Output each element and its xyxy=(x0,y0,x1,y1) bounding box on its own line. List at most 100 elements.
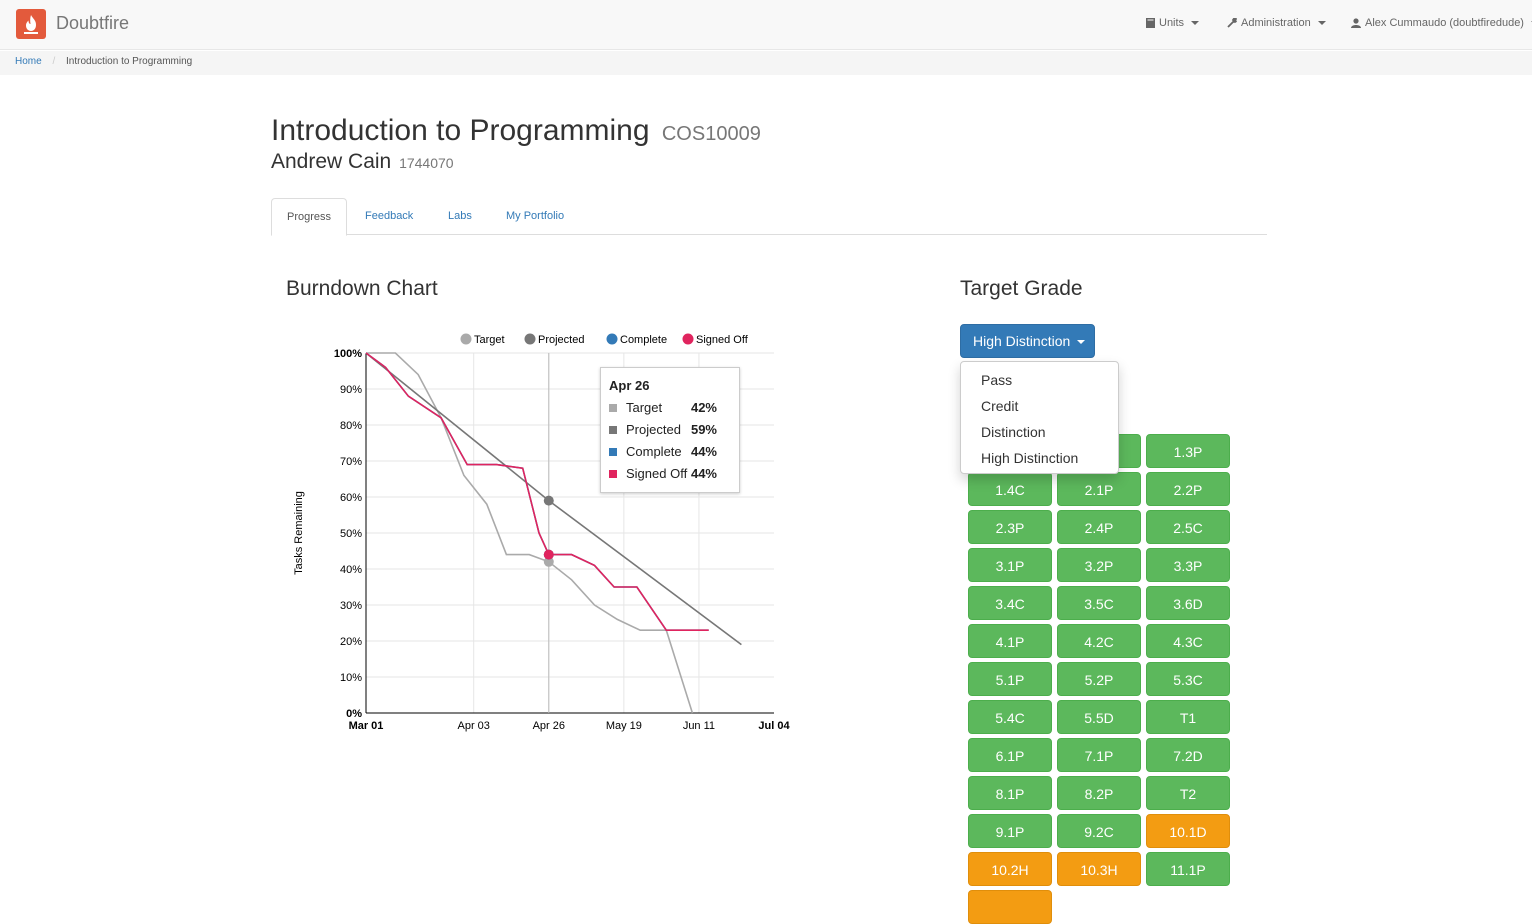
legend-label: Signed Off xyxy=(696,334,749,346)
grade-option-credit[interactable]: Credit xyxy=(961,394,1118,418)
y-tick-label: 30% xyxy=(340,600,362,612)
task-badge[interactable]: 6.1P xyxy=(968,738,1052,772)
task-badge[interactable]: 5.2P xyxy=(1057,662,1141,696)
y-tick-label: 50% xyxy=(340,528,362,540)
tooltip-series-value: 42% xyxy=(690,400,717,415)
task-badge[interactable]: 3.1P xyxy=(968,548,1052,582)
task-badge[interactable]: 5.5D xyxy=(1057,700,1141,734)
task-badge[interactable]: 2.2P xyxy=(1146,472,1230,506)
units-menu[interactable]: Units xyxy=(1146,17,1200,29)
user-menu-label: Alex Cummaudo (doubtfiredude) xyxy=(1365,17,1524,29)
task-badge[interactable]: 8.2P xyxy=(1057,776,1141,810)
task-badge[interactable]: 3.5C xyxy=(1057,586,1141,620)
task-badge[interactable]: 11.1P xyxy=(1146,852,1230,886)
task-badge[interactable]: 5.1P xyxy=(968,662,1052,696)
task-badge[interactable]: 7.2D xyxy=(1146,738,1230,772)
chevron-down-icon xyxy=(1077,340,1086,345)
task-badge[interactable]: 2.3P xyxy=(968,510,1052,544)
tooltip-row-projected: Projected 59% xyxy=(609,422,733,440)
task-badge[interactable]: 4.3C xyxy=(1146,624,1230,658)
task-badge[interactable]: 1.4C xyxy=(968,472,1052,506)
task-badge[interactable]: 7.1P xyxy=(1057,738,1141,772)
burndown-title: Burndown Chart xyxy=(286,277,438,300)
task-badge[interactable]: 3.4C xyxy=(968,586,1052,620)
task-badge[interactable]: 4.2C xyxy=(1057,624,1141,658)
grade-option-pass[interactable]: Pass xyxy=(961,368,1118,392)
legend-swatch xyxy=(682,333,694,345)
task-badge[interactable]: 4.1P xyxy=(968,624,1052,658)
tooltip-series-value: 59% xyxy=(690,422,717,437)
task-badge[interactable]: 2.1P xyxy=(1057,472,1141,506)
task-badge[interactable]: T2 xyxy=(1146,776,1230,810)
task-badge[interactable]: 2.5C xyxy=(1146,510,1230,544)
tooltip-row-signed-off: Signed Off 44% xyxy=(609,466,733,484)
page-title: Introduction to Programming COS10009 xyxy=(271,114,761,148)
y-tick-label: 70% xyxy=(340,456,362,468)
book-icon xyxy=(1146,18,1155,28)
task-badge[interactable]: 10.3H xyxy=(1057,852,1141,886)
legend-label: Projected xyxy=(538,334,584,346)
administration-menu-label: Administration xyxy=(1241,17,1311,29)
tooltip-series-value: 44% xyxy=(690,444,717,459)
task-badge[interactable]: 5.3C xyxy=(1146,662,1230,696)
legend-label: Complete xyxy=(620,334,667,346)
task-badge[interactable]: 9.2C xyxy=(1057,814,1141,848)
breadcrumb: Home / Introduction to Programming xyxy=(0,51,1532,75)
target-grade-selected: High Distinction xyxy=(973,333,1071,349)
target-grade-title: Target Grade xyxy=(960,277,1083,300)
task-badge[interactable]: 2.4P xyxy=(1057,510,1141,544)
y-tick-label: 100% xyxy=(334,348,362,360)
complete-swatch xyxy=(609,448,617,456)
breadcrumb-home-link[interactable]: Home xyxy=(15,56,42,67)
y-tick-label: 90% xyxy=(340,384,362,396)
task-badge[interactable]: 10.2H xyxy=(968,852,1052,886)
task-badge[interactable]: 1.3P xyxy=(1146,434,1230,468)
tab-labs[interactable]: Labs xyxy=(433,198,487,235)
y-tick-label: 20% xyxy=(340,636,362,648)
grade-option-high-distinction[interactable]: High Distinction xyxy=(961,446,1118,470)
projected-swatch xyxy=(609,426,617,434)
x-tick-label: Jul 04 xyxy=(758,720,790,732)
legend-swatch xyxy=(524,333,536,345)
task-badge[interactable]: 9.1P xyxy=(968,814,1052,848)
task-badge[interactable]: 5.4C xyxy=(968,700,1052,734)
administration-menu[interactable]: Administration xyxy=(1227,17,1326,29)
tooltip-row-target: Target 42% xyxy=(609,400,733,418)
tab-my-portfolio[interactable]: My Portfolio xyxy=(491,198,579,235)
task-badge[interactable]: 10.1D xyxy=(1146,814,1230,848)
x-tick-label: Apr 26 xyxy=(533,720,565,732)
task-badge[interactable]: 3.6D xyxy=(1146,586,1230,620)
breadcrumb-current: Introduction to Programming xyxy=(66,56,193,67)
student-name: Andrew Cain xyxy=(271,150,392,173)
unit-code: COS10009 xyxy=(661,123,761,145)
tooltip-series-name: Signed Off xyxy=(626,466,688,481)
chart-tooltip: Apr 26 Target 42% Projected 59% Complete… xyxy=(600,367,740,493)
x-tick-label: Apr 03 xyxy=(458,720,490,732)
grade-option-distinction[interactable]: Distinction xyxy=(961,420,1118,444)
task-badge-cropped[interactable] xyxy=(968,890,1052,924)
legend-swatch xyxy=(606,333,618,345)
chevron-down-icon xyxy=(1191,21,1200,25)
tooltip-date: Apr 26 xyxy=(609,378,650,393)
tooltip-series-name: Complete xyxy=(626,444,682,459)
y-tick-label: 40% xyxy=(340,564,362,576)
task-badge[interactable]: 8.1P xyxy=(968,776,1052,810)
app-name[interactable]: Doubtfire xyxy=(56,13,129,34)
doubtfire-logo-icon[interactable] xyxy=(16,9,46,39)
wrench-icon xyxy=(1227,18,1237,28)
task-badge[interactable]: T1 xyxy=(1146,700,1230,734)
target-grade-dropdown: Pass Credit Distinction High Distinction xyxy=(960,361,1119,474)
x-tick-label: Jun 11 xyxy=(683,720,715,732)
top-navbar: Doubtfire Units Administration Alex Cumm… xyxy=(0,0,1532,50)
task-badge[interactable]: 3.3P xyxy=(1146,548,1230,582)
tooltip-series-value: 44% xyxy=(690,466,717,481)
y-tick-label: 0% xyxy=(346,708,362,720)
tab-progress[interactable]: Progress xyxy=(271,198,348,236)
task-badge[interactable]: 3.2P xyxy=(1057,548,1141,582)
unit-title: Introduction to Programming xyxy=(271,114,650,147)
tab-feedback[interactable]: Feedback xyxy=(350,198,428,235)
target-grade-button[interactable]: High Distinction xyxy=(960,324,1095,358)
user-menu[interactable]: Alex Cummaudo (doubtfiredude) xyxy=(1351,17,1532,29)
y-tick-label: 10% xyxy=(340,672,362,684)
tooltip-row-complete: Complete 44% xyxy=(609,444,733,462)
